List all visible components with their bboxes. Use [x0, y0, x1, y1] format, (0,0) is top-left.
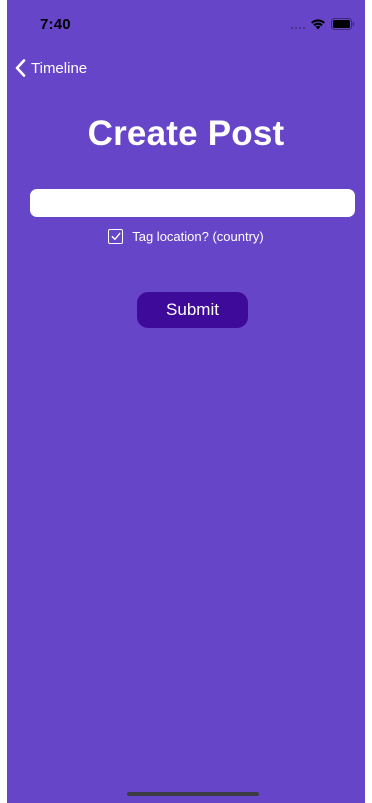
status-time: 7:40 — [40, 16, 71, 33]
post-text-input[interactable] — [30, 189, 355, 217]
battery-icon — [331, 18, 355, 30]
back-button-label: Timeline — [31, 59, 88, 77]
status-bar: 7:40 — [7, 0, 365, 46]
signal-dots-icon — [291, 19, 305, 29]
submit-button[interactable]: Submit — [137, 292, 248, 328]
back-button[interactable]: Timeline — [15, 56, 87, 80]
create-post-screen: 7:40 Timeline Create Post Tag location? … — [7, 0, 365, 803]
tag-location-row: Tag location? (country) — [7, 227, 365, 245]
wifi-icon — [311, 19, 325, 30]
checkmark-icon — [111, 232, 121, 240]
status-icons — [291, 16, 355, 32]
page-title: Create Post — [87, 114, 285, 153]
chevron-left-icon — [15, 59, 26, 77]
tag-location-checkbox[interactable] — [108, 228, 124, 244]
tag-location-label: Tag location? (country) — [132, 228, 264, 244]
home-indicator — [127, 792, 259, 796]
